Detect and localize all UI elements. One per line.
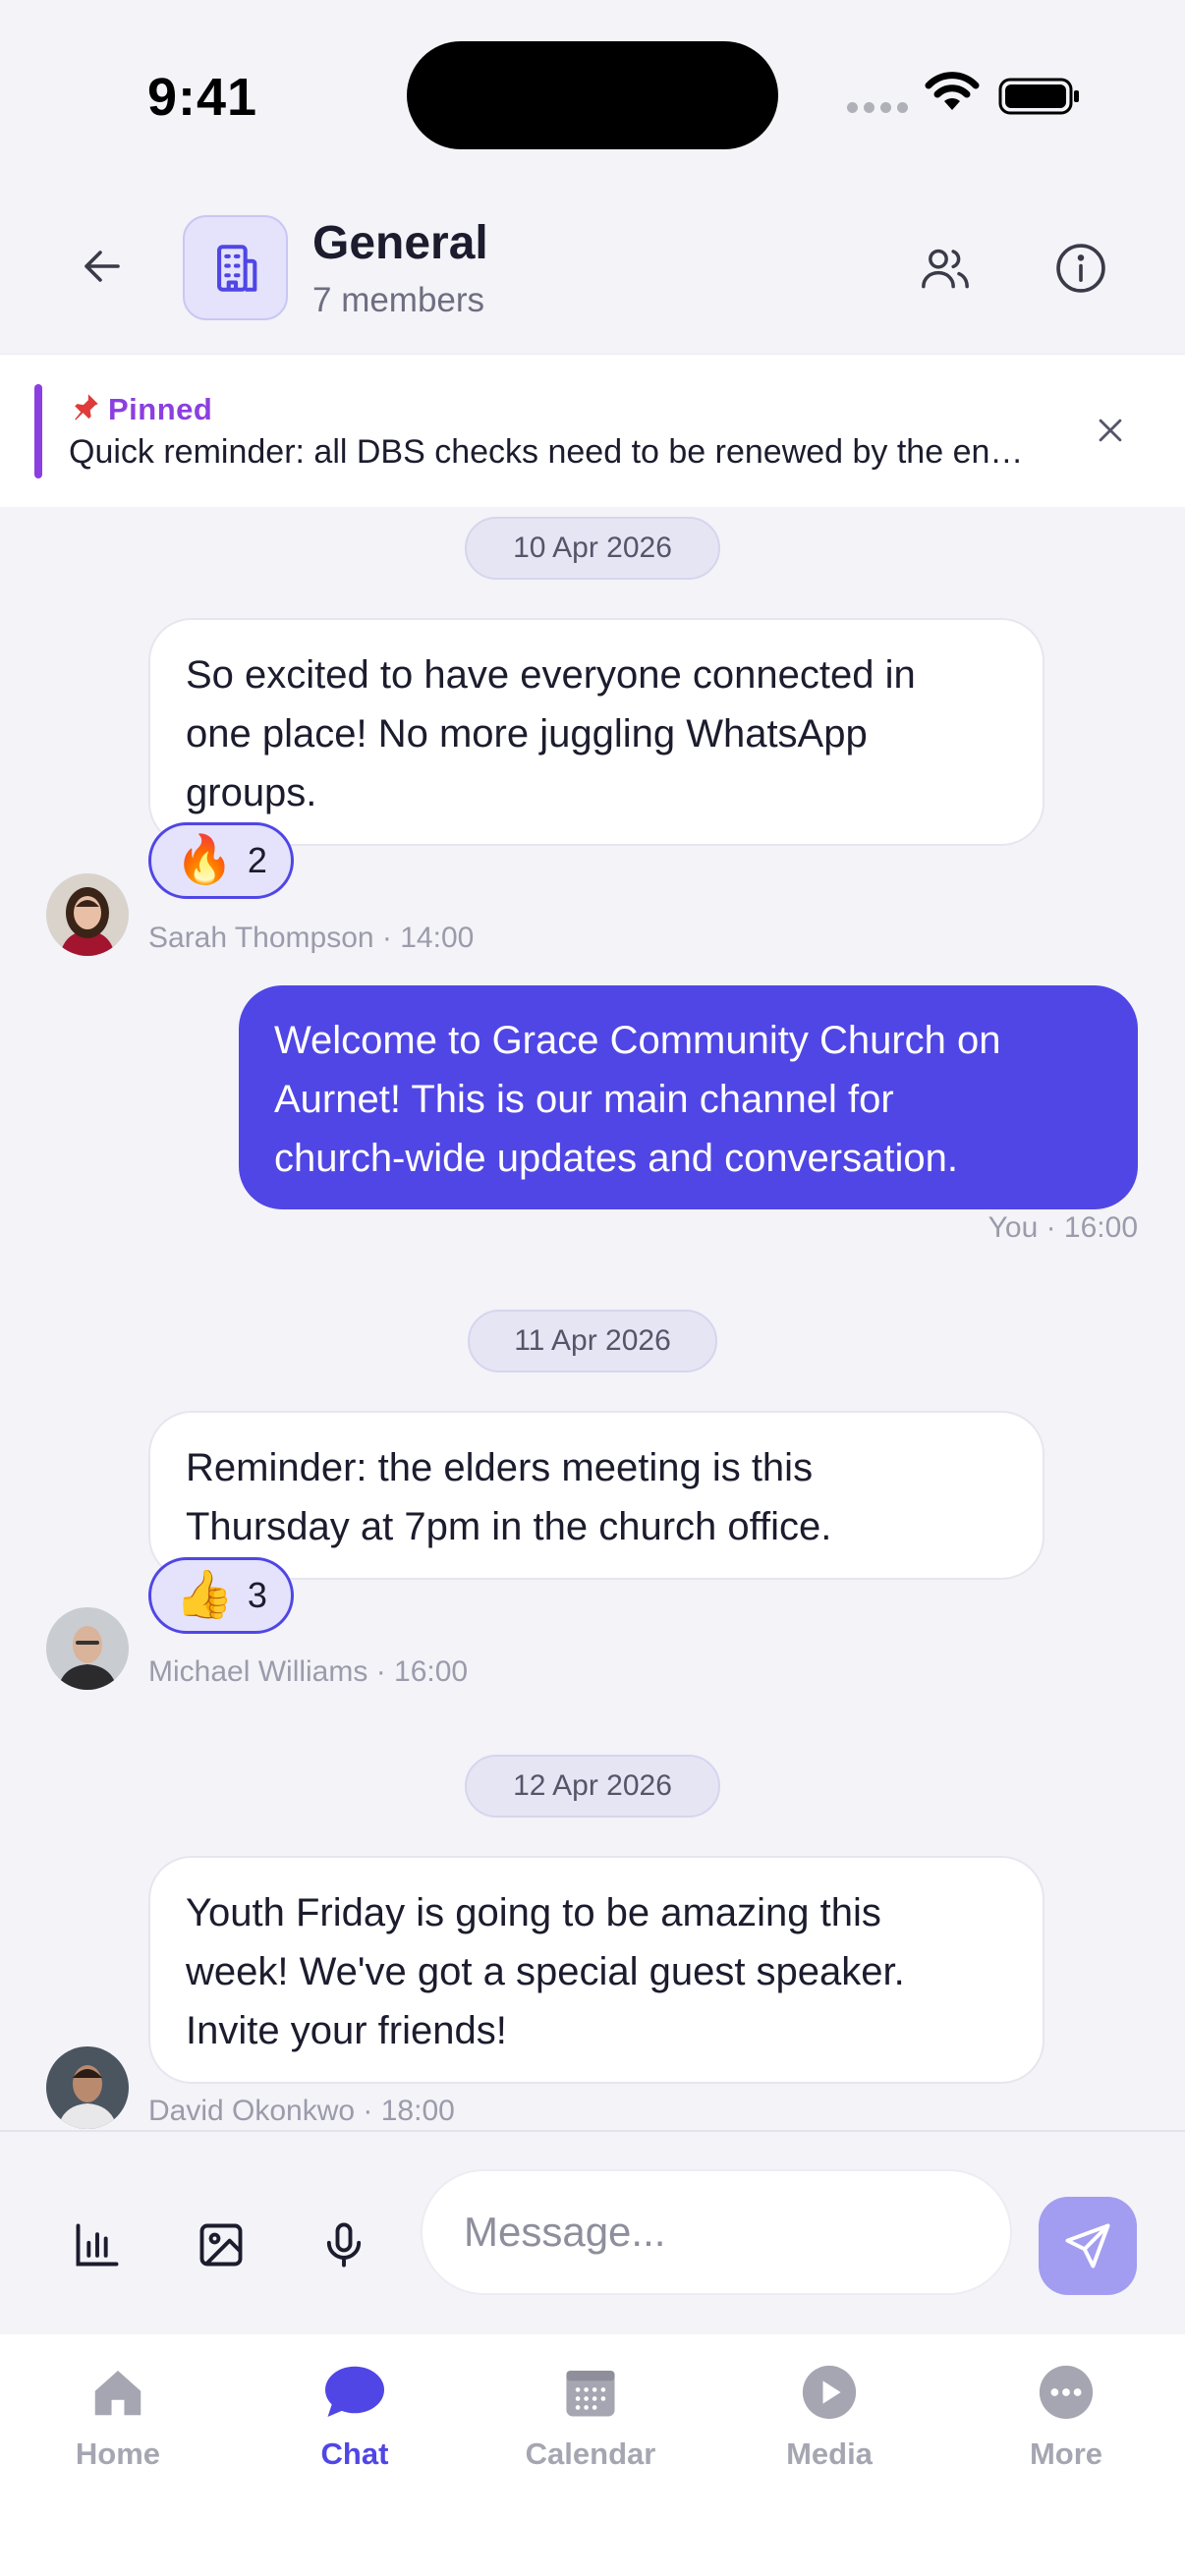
avatar-image	[46, 873, 129, 956]
message-line: Invite your friends!	[186, 2009, 507, 2052]
avatar-sarah-thompson[interactable]	[46, 873, 129, 956]
tab-more[interactable]: More	[968, 2358, 1164, 2486]
channel-title: General	[312, 217, 488, 269]
message-meta: David Okonkwo · 18:00	[148, 2095, 455, 2127]
date-divider: 11 Apr 2026	[468, 1310, 717, 1372]
message-line: church-wide updates and conversation.	[274, 1137, 958, 1180]
pinned-accent-bar	[34, 384, 42, 478]
wifi-icon	[925, 72, 980, 110]
member-count: 7 members	[312, 281, 485, 319]
tab-chat[interactable]: Chat	[256, 2358, 453, 2486]
pinned-text: Quick reminder: all DBS checks need to b…	[69, 433, 1042, 471]
cellular-signal-icon	[847, 102, 908, 113]
chat-icon	[325, 2366, 384, 2417]
channel-avatar[interactable]	[183, 215, 288, 320]
close-pinned-button[interactable]	[1083, 403, 1138, 458]
message-line: Reminder: the elders meeting is this	[186, 1446, 814, 1489]
voice-button[interactable]	[310, 2211, 378, 2279]
pinned-label: Pinned	[69, 390, 212, 427]
date-divider: 12 Apr 2026	[465, 1755, 720, 1818]
message-line: Aurnet! This is our main channel for	[274, 1078, 894, 1121]
arrow-left-icon	[85, 251, 120, 282]
tab-label: Home	[75, 2436, 161, 2471]
message-line: So excited to have everyone connected in	[186, 653, 916, 697]
more-icon	[1039, 2365, 1094, 2420]
pinned-message-banner[interactable]: Pinned Quick reminder: all DBS checks ne…	[0, 354, 1185, 507]
own-message-bubble[interactable]: Welcome to Grace Community Church on Aur…	[239, 985, 1138, 1209]
calendar-icon	[566, 2371, 615, 2417]
microphone-icon	[326, 2222, 362, 2268]
tab-label: Media	[786, 2436, 873, 2471]
avatar-image	[46, 2046, 129, 2129]
info-icon	[1056, 244, 1105, 293]
tab-label: More	[1029, 2436, 1103, 2471]
tab-label: Chat	[320, 2436, 389, 2471]
message-bubble[interactable]: Youth Friday is going to be amazing this…	[148, 1856, 1044, 2084]
back-button[interactable]	[67, 231, 138, 302]
info-button[interactable]	[1045, 233, 1116, 304]
message-meta: Sarah Thompson · 14:00	[148, 922, 475, 954]
reaction-count: 2	[247, 840, 267, 880]
reaction-chip[interactable]: 🔥 2	[148, 822, 294, 899]
message-line: Youth Friday is going to be amazing this	[186, 1891, 881, 1934]
avatar-michael-williams[interactable]	[46, 1607, 129, 1690]
tab-calendar[interactable]: Calendar	[492, 2358, 689, 2486]
message-meta: Michael Williams · 16:00	[148, 1655, 469, 1688]
reaction-chip[interactable]: 👍 3	[148, 1557, 294, 1634]
tab-home[interactable]: Home	[20, 2358, 216, 2486]
close-icon	[1099, 419, 1122, 442]
battery-icon	[998, 78, 1079, 115]
poll-icon	[76, 2223, 119, 2267]
home-icon	[94, 2371, 141, 2416]
avatar-image	[46, 1607, 129, 1690]
status-time: 9:41	[147, 68, 258, 127]
thumbs-up-emoji-icon: 👍	[175, 1569, 234, 1621]
fire-emoji-icon: 🔥	[175, 834, 234, 886]
message-line: groups.	[186, 771, 317, 814]
dynamic-island	[407, 41, 778, 149]
message-line: Thursday at 7pm in the church office.	[186, 1505, 832, 1548]
play-icon	[802, 2365, 857, 2420]
users-icon	[922, 249, 969, 289]
poll-button[interactable]	[63, 2211, 132, 2279]
message-line: Welcome to Grace Community Church on	[274, 1019, 1001, 1062]
message-input[interactable]	[421, 2169, 1012, 2295]
date-divider: 10 Apr 2026	[465, 517, 720, 580]
send-icon	[1065, 2223, 1110, 2268]
tab-label: Calendar	[525, 2436, 656, 2471]
tab-media[interactable]: Media	[731, 2358, 928, 2486]
reaction-count: 3	[247, 1575, 267, 1615]
status-bar: 9:41	[0, 0, 1185, 187]
image-icon	[199, 2223, 243, 2267]
message-line: week! We've got a special guest speaker.	[186, 1950, 905, 1993]
message-meta: You · 16:00	[988, 1211, 1138, 1244]
members-button[interactable]	[910, 233, 981, 304]
message-bubble[interactable]: So excited to have everyone connected in…	[148, 618, 1044, 846]
message-line: one place! No more juggling WhatsApp	[186, 712, 868, 756]
send-button[interactable]	[1039, 2197, 1137, 2295]
image-button[interactable]	[187, 2211, 255, 2279]
avatar-david-okonkwo[interactable]	[46, 2046, 129, 2129]
message-bubble[interactable]: Reminder: the elders meeting is this Thu…	[148, 1411, 1044, 1580]
building-icon	[216, 244, 256, 292]
chat-header	[0, 187, 1185, 354]
pushpin-icon	[75, 394, 98, 420]
